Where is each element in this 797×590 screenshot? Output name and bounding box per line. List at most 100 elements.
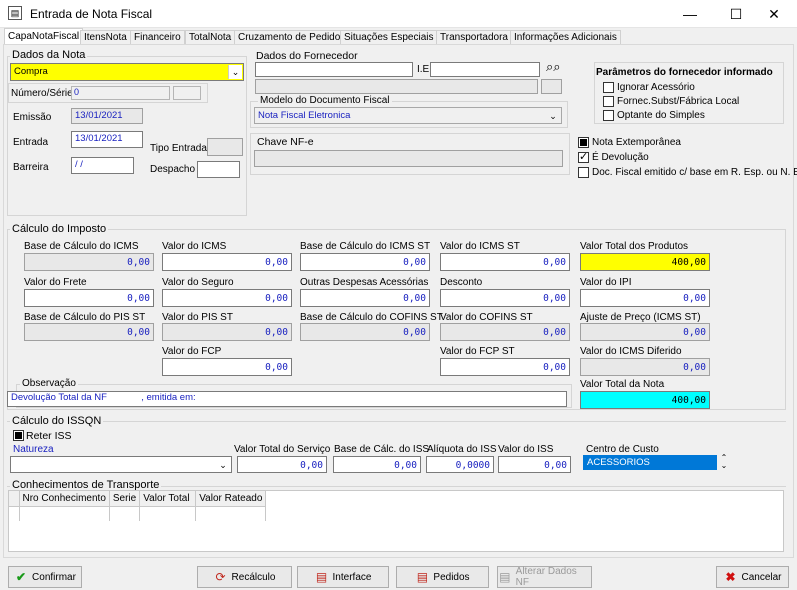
tipo-entrada-input[interactable] bbox=[207, 138, 243, 156]
base-icms-label: Base de Cálculo do ICMS bbox=[24, 241, 139, 252]
pedidos-label: Pedidos bbox=[433, 571, 470, 583]
recalculo-label: Recálculo bbox=[231, 571, 276, 583]
desconto-input[interactable]: 0,00 bbox=[440, 289, 570, 307]
valor-servico-input[interactable]: 0,00 bbox=[237, 456, 327, 473]
ajuste-preco-label: Ajuste de Preço (ICMS ST) bbox=[580, 312, 701, 323]
fornec-subst-checkbox[interactable] bbox=[603, 96, 614, 107]
emissao-input[interactable]: 13/01/2021 bbox=[71, 108, 143, 124]
operacao-value: Compra bbox=[14, 66, 48, 77]
valor-icms-st-label: Valor do ICMS ST bbox=[440, 241, 520, 252]
serie-input[interactable] bbox=[173, 86, 201, 100]
tab-cruzamento-pedidos[interactable]: Cruzamento de Pedidos bbox=[234, 30, 350, 45]
valor-ipi-label: Valor do IPI bbox=[580, 277, 632, 288]
valor-fcp-st-input[interactable]: 0,00 bbox=[440, 358, 570, 376]
extemporanea-checkbox[interactable] bbox=[578, 137, 589, 148]
recalculo-button[interactable]: ⟳ Recálculo bbox=[197, 566, 292, 588]
ie-input[interactable] bbox=[430, 62, 540, 77]
document-icon: ▤ bbox=[499, 570, 511, 584]
base-icms-st-input[interactable]: 0,00 bbox=[300, 253, 430, 271]
base-pis-st-label: Base de Cálculo do PIS ST bbox=[24, 312, 146, 323]
ajuste-preco-input[interactable]: 0,00 bbox=[580, 323, 710, 341]
despacho-input[interactable] bbox=[197, 161, 240, 178]
valor-cofins-st-input[interactable]: 0,00 bbox=[440, 323, 570, 341]
base-icms-st-label: Base de Cálculo do ICMS ST bbox=[300, 241, 431, 252]
title-bar: ▤ Entrada de Nota Fiscal — ☐ ✕ bbox=[0, 0, 797, 28]
chevron-down-icon: ⌄ bbox=[219, 459, 227, 470]
close-button[interactable]: ✕ bbox=[751, 0, 797, 28]
entrada-label: Entrada bbox=[13, 137, 49, 148]
valor-iss-input[interactable]: 0,00 bbox=[498, 456, 571, 473]
tab-itensnota[interactable]: ItensNota bbox=[80, 30, 131, 45]
base-icms-input[interactable]: 0,00 bbox=[24, 253, 154, 271]
natureza-select[interactable]: ⌄ bbox=[10, 456, 232, 473]
barreira-input[interactable]: / / bbox=[71, 157, 134, 174]
confirmar-button[interactable]: ✔ Confirmar bbox=[8, 566, 82, 588]
col-nro-conhecimento[interactable]: Nro Conhecimento bbox=[19, 491, 110, 506]
spinner-updown-icon[interactable]: ⌃ ⌄ bbox=[720, 454, 728, 470]
seguro-input[interactable]: 0,00 bbox=[162, 289, 292, 307]
cancelar-button[interactable]: ✖ Cancelar bbox=[716, 566, 789, 588]
fornecedor-codigo-input[interactable] bbox=[255, 62, 413, 77]
outras-despesas-label: Outras Despesas Acessórias bbox=[300, 277, 429, 288]
tab-situacoes-especiais[interactable]: Situações Especiais bbox=[340, 30, 438, 45]
centro-custo-select[interactable]: ACESSORIOS bbox=[583, 455, 717, 470]
entrada-input[interactable]: 13/01/2021 bbox=[71, 131, 143, 148]
base-cofins-st-input[interactable]: 0,00 bbox=[300, 323, 430, 341]
valor-servico-label: Valor Total do Serviço bbox=[234, 444, 331, 455]
optante-simples-checkbox[interactable] bbox=[603, 110, 614, 121]
ignorar-acessorio-checkbox[interactable] bbox=[603, 82, 614, 93]
col-valor-total[interactable]: Valor Total bbox=[139, 491, 197, 506]
observacao-input[interactable]: Devolução Total da NF , emitida em: bbox=[7, 391, 567, 407]
devolucao-checkbox[interactable] bbox=[578, 150, 589, 163]
valor-icms-st-input[interactable]: 0,00 bbox=[440, 253, 570, 271]
fornecedor-nome-input[interactable] bbox=[255, 79, 538, 94]
base-iss-label: Base de Cálc. do ISS bbox=[334, 444, 430, 455]
icms-diferido-input[interactable]: 0,00 bbox=[580, 358, 710, 376]
cancelar-label: Cancelar bbox=[741, 571, 782, 583]
doc-fiscal-label: Doc. Fiscal emitido c/ base em R. Esp. o… bbox=[592, 167, 797, 178]
valor-ipi-input[interactable]: 0,00 bbox=[580, 289, 710, 307]
window-title: Entrada de Nota Fiscal bbox=[30, 7, 153, 21]
base-pis-st-input[interactable]: 0,00 bbox=[24, 323, 154, 341]
observacao-label: Observação bbox=[20, 378, 78, 389]
interface-button[interactable]: ▤ Interface bbox=[297, 566, 389, 588]
fornecedor-uf-input[interactable] bbox=[541, 79, 562, 94]
valor-icms-input[interactable]: 0,00 bbox=[162, 253, 292, 271]
valor-pis-st-input[interactable]: 0,00 bbox=[162, 323, 292, 341]
total-produtos-input[interactable]: 400,00 bbox=[580, 253, 710, 271]
binoculars-icon[interactable]: ⌕⌕ bbox=[546, 59, 561, 75]
icms-diferido-label: Valor do ICMS Diferido bbox=[580, 346, 682, 357]
pedidos-button[interactable]: ▤ Pedidos bbox=[396, 566, 489, 588]
total-nota-input[interactable]: 400,00 bbox=[580, 391, 710, 409]
table-row[interactable] bbox=[9, 506, 267, 521]
col-serie[interactable]: Serie bbox=[109, 491, 141, 506]
tab-informacoes-adicionais[interactable]: Informações Adicionais bbox=[510, 30, 621, 45]
modelo-select[interactable]: Nota Fiscal Eletronica ⌄ bbox=[254, 107, 562, 124]
minimize-button[interactable]: — bbox=[667, 0, 713, 28]
tab-totalnota[interactable]: TotalNota bbox=[185, 30, 236, 45]
base-iss-input[interactable]: 0,00 bbox=[333, 456, 421, 473]
ie-label: I.E bbox=[417, 64, 430, 75]
close-icon: ✖ bbox=[725, 570, 736, 584]
interface-label: Interface bbox=[332, 571, 372, 583]
frete-input[interactable]: 0,00 bbox=[24, 289, 154, 307]
tab-transportadora[interactable]: Transportadora bbox=[436, 30, 512, 45]
alterar-dados-button[interactable]: ▤ Alterar Dados NF bbox=[497, 566, 592, 588]
barreira-label: Barreira bbox=[13, 162, 49, 173]
operacao-select[interactable]: Compra ⌄ bbox=[10, 63, 244, 81]
aliquota-input[interactable]: 0,0000 bbox=[426, 456, 494, 473]
valor-fcp-input[interactable]: 0,00 bbox=[162, 358, 292, 376]
tab-financeiro[interactable]: Financeiro bbox=[130, 30, 185, 45]
tab-capanotafiscal[interactable]: CapaNotaFiscal bbox=[4, 28, 84, 45]
desconto-label: Desconto bbox=[440, 277, 483, 288]
reter-iss-checkbox[interactable] bbox=[13, 430, 24, 441]
conhecimentos-table[interactable]: Nro Conhecimento Serie Valor Total Valor… bbox=[8, 490, 784, 552]
doc-fiscal-checkbox[interactable] bbox=[578, 167, 589, 178]
numero-input[interactable]: 0 bbox=[71, 86, 170, 100]
col-valor-rateado[interactable]: Valor Rateado bbox=[195, 491, 267, 506]
outras-despesas-input[interactable]: 0,00 bbox=[300, 289, 430, 307]
chave-input[interactable] bbox=[254, 150, 563, 167]
valor-iss-label: Valor do ISS bbox=[498, 444, 554, 455]
modelo-value: Nota Fiscal Eletronica bbox=[258, 110, 351, 121]
chevron-down-icon: ⌄ bbox=[549, 110, 557, 121]
